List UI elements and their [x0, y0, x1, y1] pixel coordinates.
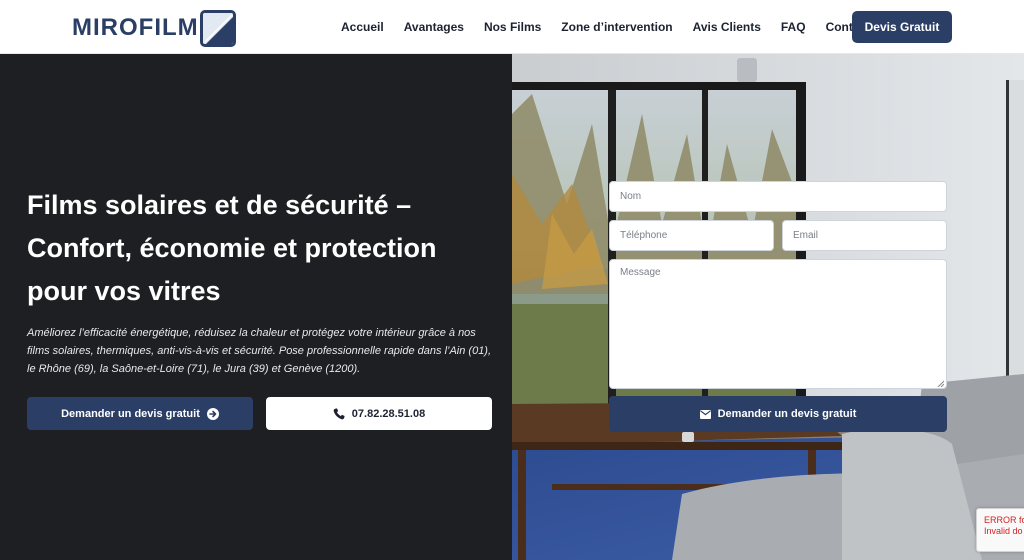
name-placeholder: Nom	[620, 191, 642, 202]
logo-text: MIROFILM	[72, 14, 199, 41]
message-field[interactable]: Message	[609, 259, 947, 389]
site-header: MIROFILM Accueil Avantages Nos Films Zon…	[0, 0, 1024, 54]
recaptcha-error-line1: ERROR fo	[984, 515, 1024, 525]
hero-photo: Nom Téléphone Email Message Demander un …	[512, 54, 1024, 560]
recaptcha-error-line2: Invalid do	[984, 526, 1023, 536]
hero-headline: Films solaires et de sécurité – Confort,…	[27, 190, 437, 306]
nav-nos-films[interactable]: Nos Films	[484, 20, 541, 34]
phone-button[interactable]: 07.82.28.51.08	[266, 397, 492, 430]
phone-icon	[333, 407, 345, 420]
devis-gratuit-button[interactable]: Devis Gratuit	[852, 11, 952, 43]
request-quote-label: Demander un devis gratuit	[61, 407, 200, 420]
nav-zone-intervention[interactable]: Zone d’intervention	[561, 20, 672, 34]
nav-accueil[interactable]: Accueil	[341, 20, 384, 34]
email-field[interactable]: Email	[782, 220, 947, 251]
main-nav: Accueil Avantages Nos Films Zone d’inter…	[341, 0, 890, 54]
page: MIROFILM Accueil Avantages Nos Films Zon…	[0, 0, 1024, 560]
request-quote-button[interactable]: Demander un devis gratuit	[27, 397, 253, 430]
logo[interactable]: MIROFILM	[72, 9, 236, 47]
window-film-logo-icon	[199, 9, 236, 47]
hero-panel: Films solaires et de sécurité – Confort,…	[0, 54, 512, 560]
email-placeholder: Email	[793, 230, 819, 241]
name-field[interactable]: Nom	[609, 181, 947, 212]
nav-faq[interactable]: FAQ	[781, 20, 806, 34]
message-placeholder: Message	[620, 267, 661, 278]
submit-quote-button[interactable]: Demander un devis gratuit	[609, 396, 947, 432]
recaptcha-error-badge: ERROR fo Invalid do	[976, 508, 1024, 552]
hero-subtext: Améliorez l’efficacité énergétique, rédu…	[27, 327, 492, 375]
phone-placeholder: Téléphone	[620, 230, 668, 241]
submit-label: Demander un devis gratuit	[717, 408, 857, 420]
resize-handle-icon[interactable]	[937, 379, 945, 388]
nav-avantages[interactable]: Avantages	[404, 20, 464, 34]
phone-field[interactable]: Téléphone	[609, 220, 774, 251]
envelope-icon	[699, 409, 711, 419]
phone-number: 07.82.28.51.08	[351, 407, 426, 420]
arrow-circle-right-icon	[206, 407, 219, 420]
nav-avis-clients[interactable]: Avis Clients	[693, 20, 761, 34]
